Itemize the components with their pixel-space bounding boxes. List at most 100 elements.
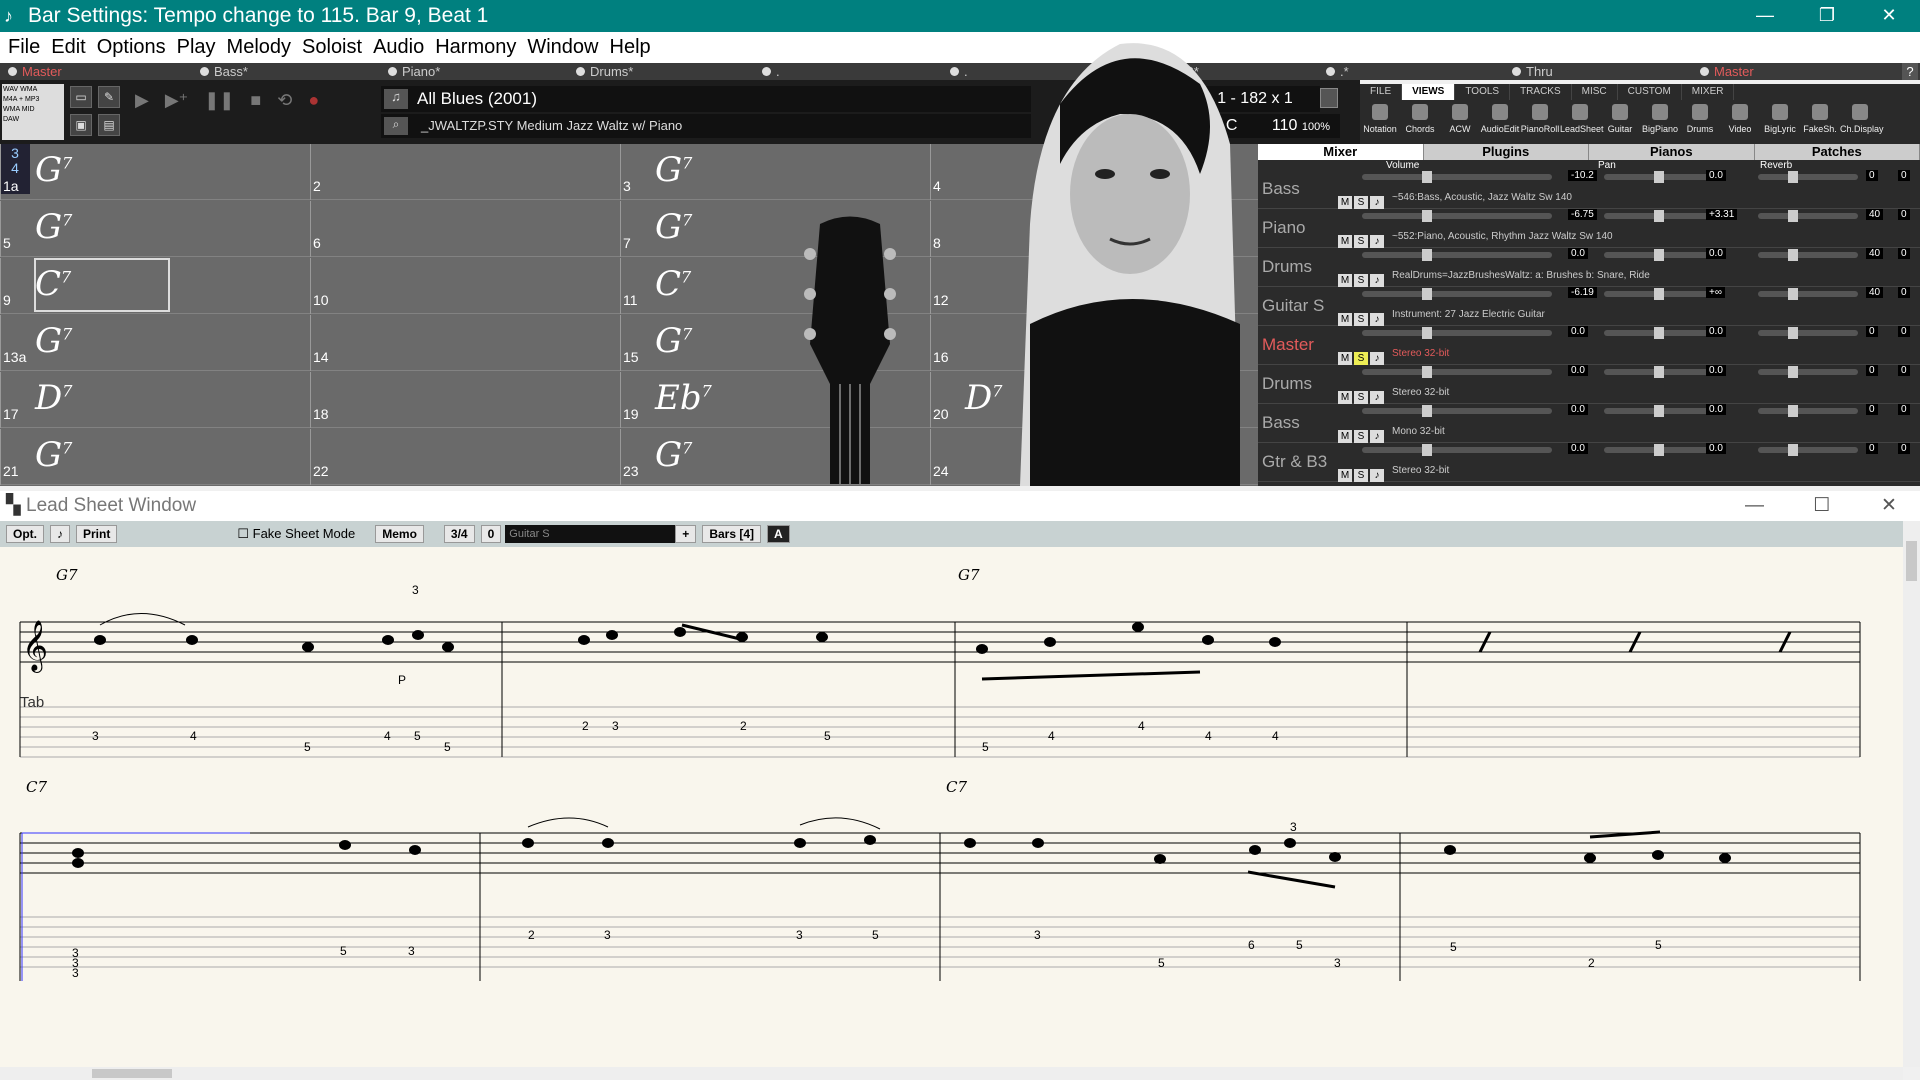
leadsheet-button[interactable]: LeadSheet xyxy=(1560,100,1604,144)
style-search-icon[interactable]: ⌕ xyxy=(384,117,408,135)
instrument-name[interactable]: Mono 32-bit xyxy=(1392,426,1445,437)
mute-button[interactable]: M xyxy=(1338,469,1352,482)
hscroll-thumb[interactable] xyxy=(92,1069,172,1078)
mixer-slider[interactable] xyxy=(1758,288,1858,300)
pianoroll-button[interactable]: PianoRoll xyxy=(1520,100,1560,144)
solo-button[interactable]: S xyxy=(1354,352,1368,365)
menu-harmony[interactable]: Harmony xyxy=(435,36,516,59)
chord-bar[interactable]: 13a G7 xyxy=(0,315,310,371)
track-5[interactable]: . xyxy=(762,63,780,80)
save-as-icon[interactable]: ▤ xyxy=(98,114,120,136)
settings-icon[interactable] xyxy=(1320,88,1338,108)
menu-options[interactable]: Options xyxy=(97,36,166,59)
mixer-slider[interactable] xyxy=(1604,366,1714,378)
mute-button[interactable]: M xyxy=(1338,235,1352,248)
mixer-slider[interactable] xyxy=(1362,249,1552,261)
tab-views[interactable]: VIEWS xyxy=(1402,84,1456,100)
audioedit-button[interactable]: AudioEdit xyxy=(1480,100,1520,144)
stop-icon[interactable]: ■ xyxy=(250,90,261,120)
bigpiano-button[interactable]: BigPiano xyxy=(1640,100,1680,144)
note-icon[interactable]: ♪ xyxy=(50,525,70,543)
mixer-slider[interactable] xyxy=(1758,171,1858,183)
track-select[interactable]: Guitar S xyxy=(505,525,676,543)
chord-bar[interactable]: 22 xyxy=(310,429,620,485)
mixer-slider[interactable] xyxy=(1362,366,1552,378)
mixer-slider[interactable] xyxy=(1758,327,1858,339)
chords-button[interactable]: Chords xyxy=(1400,100,1440,144)
zero-button[interactable]: 0 xyxy=(480,525,502,543)
menu-soloist[interactable]: Soloist xyxy=(302,36,362,59)
slider-thumb[interactable] xyxy=(1654,327,1664,339)
instrument-icon[interactable]: ♪ xyxy=(1370,469,1384,482)
menu-melody[interactable]: Melody xyxy=(227,36,291,59)
tab-mixer[interactable]: MIXER xyxy=(1682,84,1735,100)
slider-thumb[interactable] xyxy=(1788,405,1798,417)
slider-thumb[interactable] xyxy=(1788,249,1798,261)
play-from-icon[interactable]: ▶⁺ xyxy=(165,90,188,120)
instrument-icon[interactable]: ♪ xyxy=(1370,196,1384,209)
mixer-slider[interactable] xyxy=(1604,210,1714,222)
chord-display-button[interactable]: Ch.Display xyxy=(1840,100,1884,144)
open-icon[interactable]: ▭ xyxy=(70,86,92,108)
guitar-button[interactable]: Guitar xyxy=(1600,100,1640,144)
tab-tracks[interactable]: TRACKS xyxy=(1510,84,1572,100)
instrument-icon[interactable]: ♪ xyxy=(1370,352,1384,365)
menu-audio[interactable]: Audio xyxy=(373,36,424,59)
menu-file[interactable]: File xyxy=(8,36,40,59)
instrument-name[interactable]: Stereo 32-bit xyxy=(1392,387,1449,398)
slider-thumb[interactable] xyxy=(1788,171,1798,183)
mixer-slider[interactable] xyxy=(1758,249,1858,261)
mixer-slider[interactable] xyxy=(1362,405,1552,417)
mute-button[interactable]: M xyxy=(1338,274,1352,287)
chord-bar[interactable]: 5 G7 xyxy=(0,201,310,257)
render-formats[interactable]: WAV WMA M4A + MP3 WMA MID DAW xyxy=(2,84,64,140)
tab-patches[interactable]: Patches xyxy=(1755,144,1920,160)
tab-custom[interactable]: CUSTOM xyxy=(1618,84,1682,100)
font-icon[interactable]: A xyxy=(767,525,790,543)
ls-close-button[interactable]: ✕ xyxy=(1858,491,1920,521)
chord-bar[interactable]: 2 xyxy=(310,144,620,200)
instrument-icon[interactable]: ♪ xyxy=(1370,391,1384,404)
notation-area[interactable]: 𝄞 G7 G7 Tab P 3 345455232554444 C7 C7 3 … xyxy=(0,547,1903,1067)
play-icon[interactable]: ▶ xyxy=(135,90,149,120)
mixer-slider[interactable] xyxy=(1758,210,1858,222)
solo-button[interactable]: S xyxy=(1354,274,1368,287)
solo-button[interactable]: S xyxy=(1354,196,1368,209)
slider-thumb[interactable] xyxy=(1788,366,1798,378)
solo-button[interactable]: S xyxy=(1354,313,1368,326)
slider-thumb[interactable] xyxy=(1422,366,1432,378)
instrument-name[interactable]: RealDrums=JazzBrushesWaltz: a: Brushes b… xyxy=(1392,270,1650,281)
ls-minimize-button[interactable]: — xyxy=(1723,491,1785,521)
style-field[interactable]: _JWALTZP.STY Medium Jazz Waltz w/ Piano xyxy=(381,114,1031,138)
restore-button[interactable]: ❐ xyxy=(1796,0,1858,32)
fake-sheet-checkbox[interactable]: ☐ Fake Sheet Mode xyxy=(237,526,355,542)
close-button[interactable]: ✕ xyxy=(1858,0,1920,32)
mixer-slider[interactable] xyxy=(1604,171,1714,183)
mixer-slider[interactable] xyxy=(1604,288,1714,300)
instrument-icon[interactable]: ♪ xyxy=(1370,274,1384,287)
mixer-slider[interactable] xyxy=(1758,366,1858,378)
mute-button[interactable]: M xyxy=(1338,391,1352,404)
slider-thumb[interactable] xyxy=(1788,444,1798,456)
slider-thumb[interactable] xyxy=(1422,444,1432,456)
chord-bar[interactable]: 3 G7 xyxy=(620,144,930,200)
track-master[interactable]: Master xyxy=(8,63,62,80)
pause-icon[interactable]: ❚❚ xyxy=(204,90,234,120)
slider-thumb[interactable] xyxy=(1654,288,1664,300)
instrument-icon[interactable]: ♪ xyxy=(1370,235,1384,248)
solo-button[interactable]: S xyxy=(1354,430,1368,443)
track-drums[interactable]: Drums* xyxy=(576,63,633,80)
slider-thumb[interactable] xyxy=(1654,210,1664,222)
instrument-name[interactable]: Instrument: 27 Jazz Electric Guitar xyxy=(1392,309,1545,320)
minimize-button[interactable]: — xyxy=(1734,0,1796,32)
mixer-slider[interactable] xyxy=(1362,171,1552,183)
acw-button[interactable]: ACW xyxy=(1440,100,1480,144)
mixer-slider[interactable] xyxy=(1362,288,1552,300)
options-button[interactable]: Opt. xyxy=(6,525,44,543)
vertical-scrollbar[interactable] xyxy=(1903,521,1920,1067)
solo-button[interactable]: S xyxy=(1354,235,1368,248)
menu-edit[interactable]: Edit xyxy=(51,36,85,59)
slider-thumb[interactable] xyxy=(1654,171,1664,183)
mute-button[interactable]: M xyxy=(1338,196,1352,209)
notation-button[interactable]: Notation xyxy=(1360,100,1400,144)
